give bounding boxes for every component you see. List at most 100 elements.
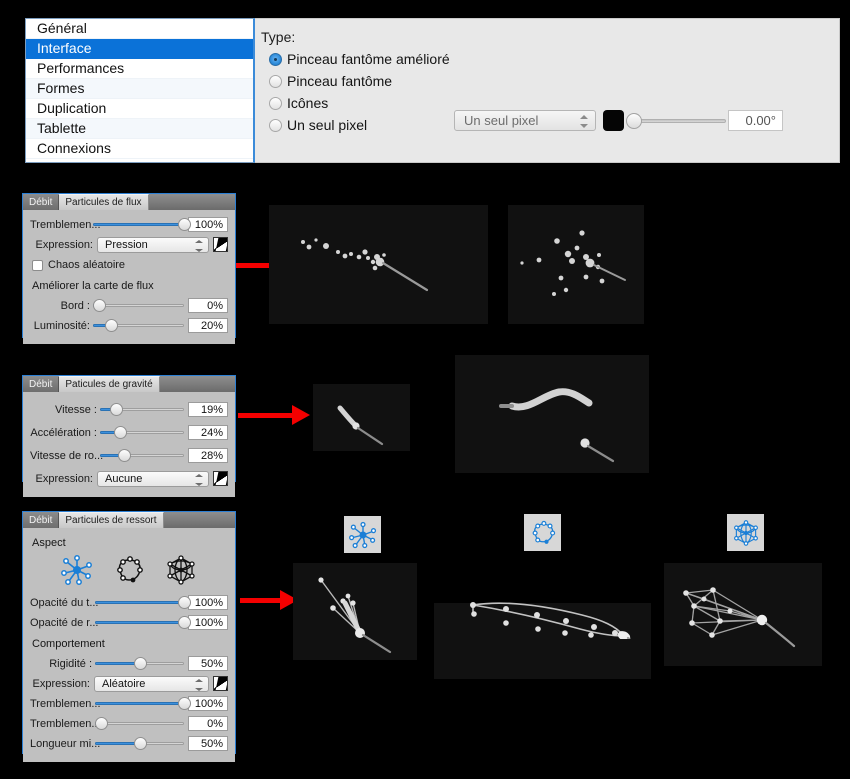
radio-label: Pinceau fantôme amélioré xyxy=(287,51,450,67)
expression-select[interactable]: Aléatoire xyxy=(94,675,209,692)
slider-track-wrap[interactable] xyxy=(93,298,184,313)
pointer-arrow xyxy=(240,590,298,610)
tab-debit[interactable]: Débit xyxy=(23,377,60,392)
tab-debit[interactable]: Débit xyxy=(23,195,60,210)
expression-curve-button[interactable] xyxy=(213,471,228,486)
preview-canvas-svg xyxy=(301,238,429,292)
slider-track-wrap[interactable] xyxy=(95,716,184,731)
sidebar-item-label: Tablette xyxy=(37,120,87,136)
angle-value-field[interactable]: 0.00° xyxy=(728,110,783,131)
sidebar-item-duplication[interactable]: Duplication xyxy=(26,99,253,119)
tab-particules-de-flux[interactable]: Particules de flux xyxy=(59,194,149,210)
slider-row-luminosite[interactable]: Luminosité: 20% xyxy=(30,317,228,334)
spring-loop-preview xyxy=(434,602,651,679)
slider-value[interactable]: 100% xyxy=(188,217,228,232)
mesh-spring-icon[interactable] xyxy=(165,554,197,586)
slider-value[interactable]: 0% xyxy=(188,716,228,731)
radio-label: Pinceau fantôme xyxy=(287,73,393,89)
slider-row-acceleration[interactable]: Accélération : 24% xyxy=(30,424,228,441)
stepper-icon[interactable] xyxy=(580,114,588,129)
sidebar-item-formes[interactable]: Formes xyxy=(26,79,253,99)
radio-row-icones[interactable]: Icônes xyxy=(269,94,328,112)
checkbox-row-chaos-aleatoire[interactable]: Chaos aléatoire xyxy=(32,257,228,273)
sidebar-item-label: Formes xyxy=(37,80,85,96)
expression-curve-button[interactable] xyxy=(213,237,228,252)
star-spring-icon[interactable] xyxy=(61,554,93,586)
sidebar-item-interface[interactable]: Interface xyxy=(26,39,253,59)
slider-value[interactable]: 0% xyxy=(188,298,228,313)
slider-row-bord[interactable]: Bord : 0% xyxy=(30,297,228,314)
slider-value[interactable]: 50% xyxy=(188,736,228,751)
checkbox-icon[interactable] xyxy=(32,259,43,271)
slider-track-wrap[interactable] xyxy=(100,402,184,417)
slider-value[interactable]: 19% xyxy=(188,402,228,417)
expression-select-value: Aléatoire xyxy=(102,677,146,690)
angle-slider-track[interactable] xyxy=(629,119,726,123)
slider-row-tremblement[interactable]: Tremblemen... 100% xyxy=(30,216,228,233)
slider-value[interactable]: 100% xyxy=(188,615,228,630)
slider-track-wrap[interactable] xyxy=(95,595,191,610)
slider-track-wrap[interactable] xyxy=(95,736,184,751)
slider-row-longueur-min[interactable]: Longueur mi... 50% xyxy=(30,735,228,752)
expression-select[interactable]: Pression xyxy=(97,236,209,253)
slider-value[interactable]: 100% xyxy=(188,696,228,711)
radio-icon-selected[interactable] xyxy=(269,52,282,66)
preview-canvas-svg xyxy=(499,388,615,463)
sidebar-item-tablette[interactable]: Tablette xyxy=(26,119,253,139)
slider-row-tremblement-1[interactable]: Tremblemen... 100% xyxy=(30,695,228,712)
slider-value[interactable]: 100% xyxy=(188,595,228,610)
slider-row-opacite-trait[interactable]: Opacité du t... 100% xyxy=(30,594,228,611)
sidebar-item-general[interactable]: Général xyxy=(26,19,253,39)
section-title-ameliorer-carte-flux: Améliorer la carte de flux xyxy=(32,280,154,292)
slider-row-opacite-ressort[interactable]: Opacité de r... 100% xyxy=(30,614,228,631)
sidebar-item-performances[interactable]: Performances xyxy=(26,59,253,79)
slider-track-wrap[interactable] xyxy=(100,448,184,463)
panel-tabbar[interactable]: Débit Paticules de gravité xyxy=(23,376,235,392)
tab-particules-de-ressort[interactable]: Particules de ressort xyxy=(59,512,164,528)
slider-track-wrap[interactable] xyxy=(95,656,184,671)
slider-value[interactable]: 28% xyxy=(188,448,228,463)
slider-value[interactable]: 50% xyxy=(188,656,228,671)
preferences-sidebar-list[interactable]: Général Interface Performances Formes Du… xyxy=(25,18,255,163)
tab-debit[interactable]: Débit xyxy=(23,513,60,528)
radio-row-un-seul-pixel[interactable]: Un seul pixel xyxy=(269,116,367,134)
loop-spring-icon[interactable] xyxy=(113,554,145,586)
combo-row-expression[interactable]: Expression: Aucune xyxy=(30,470,228,487)
radio-row-pinceau-fantome[interactable]: Pinceau fantôme xyxy=(269,72,392,90)
slider-label: Tremblemen... xyxy=(30,697,101,710)
slider-row-tremblement-2[interactable]: Tremblemen... 0% xyxy=(30,715,228,732)
icon-style-select[interactable]: Un seul pixel xyxy=(454,110,596,131)
slider-value[interactable]: 20% xyxy=(188,318,228,333)
combo-row-expression[interactable]: Expression: Pression xyxy=(30,236,228,253)
radio-icon[interactable] xyxy=(269,118,282,132)
preview-canvas-svg xyxy=(520,230,626,296)
slider-row-vitesse[interactable]: Vitesse : 19% xyxy=(30,401,228,418)
radio-icon[interactable] xyxy=(269,74,282,88)
angle-slider-knob[interactable] xyxy=(626,113,642,129)
mesh-spring-icon xyxy=(733,519,758,546)
star-spring-icon xyxy=(348,521,376,548)
expression-curve-button[interactable] xyxy=(213,676,228,691)
slider-value[interactable]: 24% xyxy=(188,425,228,440)
icon-style-select-value: Un seul pixel xyxy=(464,113,539,128)
sidebar-item-label: Connexions xyxy=(37,140,111,156)
slider-row-rigidite[interactable]: Rigidité : 50% xyxy=(30,655,228,672)
slider-track-wrap[interactable] xyxy=(100,425,184,440)
color-swatch[interactable] xyxy=(603,110,624,131)
panel-tabbar[interactable]: Débit Particules de ressort xyxy=(23,512,235,528)
panel-tabbar[interactable]: Débit Particules de flux xyxy=(23,194,235,210)
slider-track-wrap[interactable] xyxy=(95,615,191,630)
slider-track-wrap[interactable] xyxy=(93,318,184,333)
radio-icon[interactable] xyxy=(269,96,282,110)
aspect-icon-group[interactable] xyxy=(30,554,228,586)
sidebar-item-connexions[interactable]: Connexions xyxy=(26,139,253,159)
slider-row-vitesse-rotation[interactable]: Vitesse de ro... 28% xyxy=(30,447,228,464)
slider-label: Opacité de r... xyxy=(30,616,99,629)
slider-track-wrap[interactable] xyxy=(95,696,191,711)
tab-particules-de-gravite[interactable]: Paticules de gravité xyxy=(59,376,160,392)
radio-row-pinceau-fantome-ameliore[interactable]: Pinceau fantôme amélioré xyxy=(269,50,450,68)
combo-row-expression[interactable]: Expression: Aléatoire xyxy=(30,675,228,692)
slider-track-wrap[interactable] xyxy=(93,217,191,232)
expression-select[interactable]: Aucune xyxy=(97,470,209,487)
preferences-dialog: Général Interface Performances Formes Du… xyxy=(25,18,840,163)
